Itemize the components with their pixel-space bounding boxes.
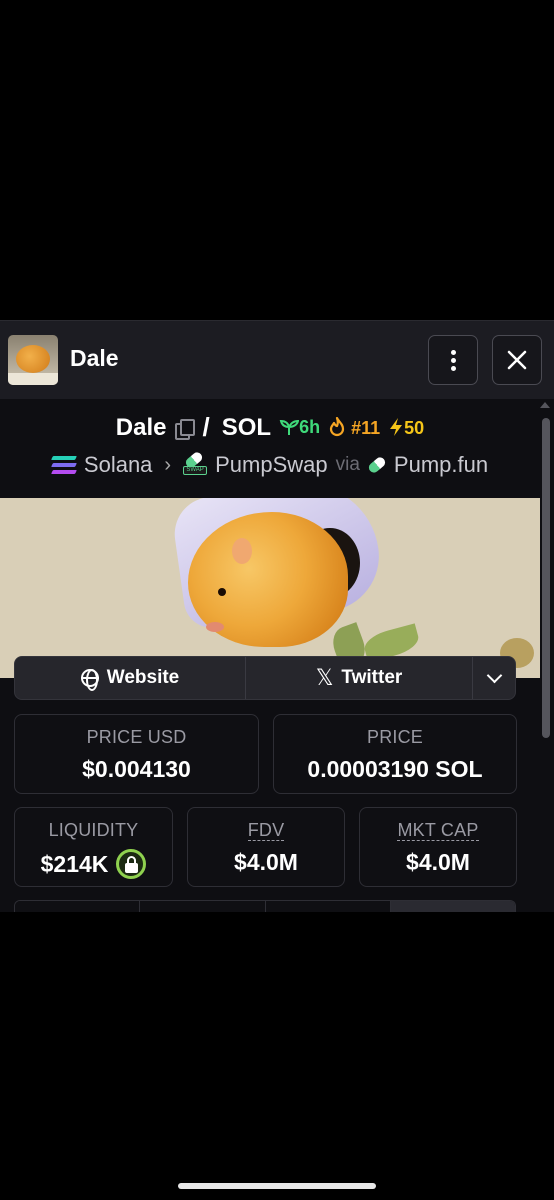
chevron-right-icon: › xyxy=(164,453,172,476)
liquidity-label: LIQUIDITY xyxy=(48,820,139,840)
lock-icon[interactable] xyxy=(116,849,147,879)
social-links-bar: Website 𝕏 Twitter xyxy=(14,656,516,700)
x-icon: 𝕏 xyxy=(315,665,334,690)
dex-link[interactable]: PumpSwap xyxy=(215,452,328,478)
seedling-icon xyxy=(279,419,300,436)
pair-heading: Dale / SOL 6h #11 50 xyxy=(0,412,540,443)
timeframe-tabs[interactable] xyxy=(14,900,516,912)
content-layer: Dale / SOL 6h #11 50 Solana › SWAP PumpS… xyxy=(0,320,554,912)
mktcap-label[interactable]: MKT CAP xyxy=(397,820,479,841)
price-native-value: 0.00003190 SOL xyxy=(307,756,483,782)
via-label: via xyxy=(335,454,360,475)
fdv-value: $4.0M xyxy=(234,849,298,875)
mktcap-value: $4.0M xyxy=(406,849,470,875)
token-banner-image xyxy=(0,498,540,678)
pair-separator: / xyxy=(202,412,210,442)
launchpad-link[interactable]: Pump.fun xyxy=(394,452,488,478)
chevron-down-icon xyxy=(486,667,502,683)
phone-screen: Dale Dale / SOL 6h #11 50 Solana › SWAP … xyxy=(0,0,554,1200)
more-links-button[interactable] xyxy=(473,657,515,699)
pumpswap-icon: SWAP xyxy=(183,450,208,477)
fdv-label[interactable]: FDV xyxy=(247,820,285,841)
price-usd-card: PRICE USD $0.004130 xyxy=(14,714,259,794)
tab-active[interactable] xyxy=(390,901,515,912)
tab[interactable] xyxy=(15,901,141,912)
base-token: Dale xyxy=(115,413,167,441)
pumpfun-icon xyxy=(366,455,388,475)
lightning-icon xyxy=(390,417,403,436)
age-value: 6h xyxy=(299,417,321,437)
twitter-button[interactable]: 𝕏 Twitter xyxy=(246,657,473,699)
twitter-label: Twitter xyxy=(341,667,403,688)
price-usd-label: PRICE USD xyxy=(86,727,187,747)
liquidity-value: $214K xyxy=(40,850,109,877)
chain-breadcrumb: Solana › SWAP PumpSwap via Pump.fun xyxy=(0,450,540,478)
flame-icon xyxy=(329,416,345,436)
copy-icon[interactable] xyxy=(174,418,195,440)
rank-value: #11 xyxy=(351,417,381,438)
chain-link[interactable]: Solana xyxy=(84,452,153,478)
price-native-card: PRICE 0.00003190 SOL xyxy=(273,714,517,794)
mktcap-card: MKT CAP $4.0M xyxy=(359,807,517,887)
trending-rank-badge[interactable]: #11 xyxy=(328,416,381,439)
liquidity-card: LIQUIDITY $214K xyxy=(14,807,173,887)
website-button[interactable]: Website xyxy=(15,657,246,699)
quote-token: SOL xyxy=(221,413,272,441)
globe-icon xyxy=(80,669,99,691)
tab[interactable] xyxy=(265,901,391,912)
solana-icon xyxy=(50,456,77,474)
price-usd-value: $0.004130 xyxy=(82,756,191,782)
boost-badge[interactable]: 50 xyxy=(388,417,424,439)
fdv-card: FDV $4.0M xyxy=(187,807,345,887)
home-indicator[interactable] xyxy=(178,1183,376,1189)
price-native-label: PRICE xyxy=(366,727,423,747)
website-label: Website xyxy=(106,667,180,688)
boost-value: 50 xyxy=(404,417,425,438)
tab[interactable] xyxy=(140,901,266,912)
age-badge: 6h xyxy=(279,417,320,438)
